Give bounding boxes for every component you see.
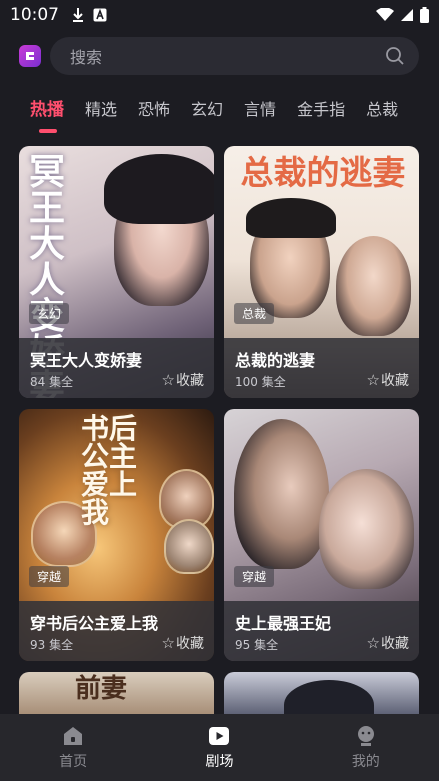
tab-label: 玄幻 (191, 100, 224, 119)
genre-tag: 穿越 (29, 566, 70, 587)
drama-card[interactable]: 穿越 史上最强王妃 95 集全 ☆ 收藏 (224, 409, 419, 661)
card-info: 冥王大人变娇妻 84 集全 ☆ 收藏 (19, 338, 214, 398)
download-icon (73, 8, 83, 22)
battery-icon (420, 7, 429, 23)
genre-tag: 穿越 (234, 566, 275, 587)
poster-hair (246, 198, 336, 238)
star-icon: ☆ (161, 634, 175, 652)
search-icon[interactable] (385, 46, 405, 66)
nav-theater[interactable]: 剧场 (146, 714, 292, 781)
star-icon: ☆ (366, 371, 380, 389)
poster-bubble (164, 519, 214, 574)
tab-label: 金手指 (297, 100, 346, 119)
genre-tag: 玄幻 (29, 303, 70, 324)
nav-label: 首页 (59, 754, 88, 770)
poster-image (224, 672, 419, 714)
signal-icon (401, 9, 413, 21)
tab-ceo[interactable]: 总裁 (366, 96, 398, 124)
tab-featured[interactable]: 精选 (85, 96, 117, 124)
nav-home[interactable]: 首页 (0, 714, 146, 781)
poster-title-art: 书后公主爱上我 (81, 412, 138, 529)
card-title: 总裁的逃妻 (235, 351, 316, 370)
tab-label: 言情 (244, 100, 277, 119)
play-logo-icon (26, 52, 34, 60)
drama-card[interactable]: 冥王大人变娇妻 玄幻 冥王大人变娇妻 84 集全 ☆收藏 (19, 146, 214, 398)
search-placeholder: 搜索 (70, 48, 103, 67)
episode-count: 100 集全 (235, 375, 286, 389)
favorite-label: 收藏 (381, 636, 409, 652)
card-title: 冥王大人变娇妻 (30, 351, 143, 370)
tab-hot[interactable]: 热播 (30, 96, 64, 133)
favorite-button[interactable]: ☆ 收藏 (162, 370, 204, 390)
poster-figure-2 (319, 469, 414, 589)
drama-card-partial[interactable] (224, 672, 419, 714)
favorite-button[interactable]: ☆ 收藏 (367, 370, 409, 390)
drama-card[interactable]: 总裁的逃妻 总裁 总裁的逃妻 100 集全 ☆ 收藏 (224, 146, 419, 398)
font-a-icon (93, 8, 107, 22)
favorite-button[interactable]: ☆ 收藏 (367, 633, 409, 653)
favorite-label: 收藏 (176, 636, 204, 652)
card-info: 史上最强王妃 95 集全 ☆ 收藏 (224, 601, 419, 661)
episode-count: 93 集全 (30, 638, 74, 652)
status-bar: 10:07 (0, 0, 439, 30)
poster-figure (234, 419, 329, 569)
poster-title-art: 总裁的逃妻 (240, 153, 406, 192)
tab-fantasy[interactable]: 玄幻 (191, 96, 223, 124)
nav-profile[interactable]: 我的 (293, 714, 439, 781)
bottom-navigation: 首页 剧场 我的 (0, 714, 439, 781)
poster-hair (284, 680, 374, 714)
tab-label: 总裁 (366, 100, 399, 119)
app-logo[interactable] (19, 45, 41, 67)
card-info: 穿书后公主爱上我 93 集全 ☆ 收藏 (19, 601, 214, 661)
nav-label: 我的 (351, 754, 380, 770)
profile-icon (357, 726, 374, 746)
favorite-label: 收藏 (381, 373, 409, 389)
card-info: 总裁的逃妻 100 集全 ☆ 收藏 (224, 338, 419, 398)
favorite-button[interactable]: ☆ 收藏 (162, 633, 204, 653)
poster-hair (104, 154, 214, 224)
drama-card-partial[interactable]: 前妻 (19, 672, 214, 714)
tab-active-indicator (39, 129, 57, 133)
card-title: 史上最强王妃 (235, 614, 332, 633)
poster-image: 前妻 (19, 672, 214, 714)
episode-count: 84 集全 (30, 375, 74, 389)
tab-golden-finger[interactable]: 金手指 (297, 96, 345, 124)
tab-label: 恐怖 (138, 100, 171, 119)
card-title: 穿书后公主爱上我 (30, 614, 159, 633)
tab-romance[interactable]: 言情 (244, 96, 276, 124)
drama-card[interactable]: 书后公主爱上我 穿越 穿书后公主爱上我 93 集全 ☆ 收藏 (19, 409, 214, 661)
episode-count: 95 集全 (235, 638, 279, 652)
nav-label: 剧场 (205, 754, 234, 770)
tab-horror[interactable]: 恐怖 (138, 96, 170, 124)
star-icon: ☆ (161, 371, 175, 389)
tab-label: 精选 (85, 100, 118, 119)
home-icon (64, 727, 83, 745)
favorite-label: 收藏 (176, 373, 204, 389)
play-icon (209, 727, 230, 745)
genre-tag: 总裁 (234, 303, 275, 324)
poster-title-art: 前妻 (75, 674, 128, 704)
wifi-icon (376, 8, 394, 21)
tab-label: 热播 (30, 100, 64, 120)
poster-figure-2 (336, 236, 411, 336)
status-time: 10:07 (10, 5, 59, 25)
star-icon: ☆ (366, 634, 380, 652)
search-input[interactable]: 搜索 (50, 37, 419, 75)
category-tabs: 热播 精选 恐怖 玄幻 言情 金手指 总裁 (30, 96, 430, 136)
